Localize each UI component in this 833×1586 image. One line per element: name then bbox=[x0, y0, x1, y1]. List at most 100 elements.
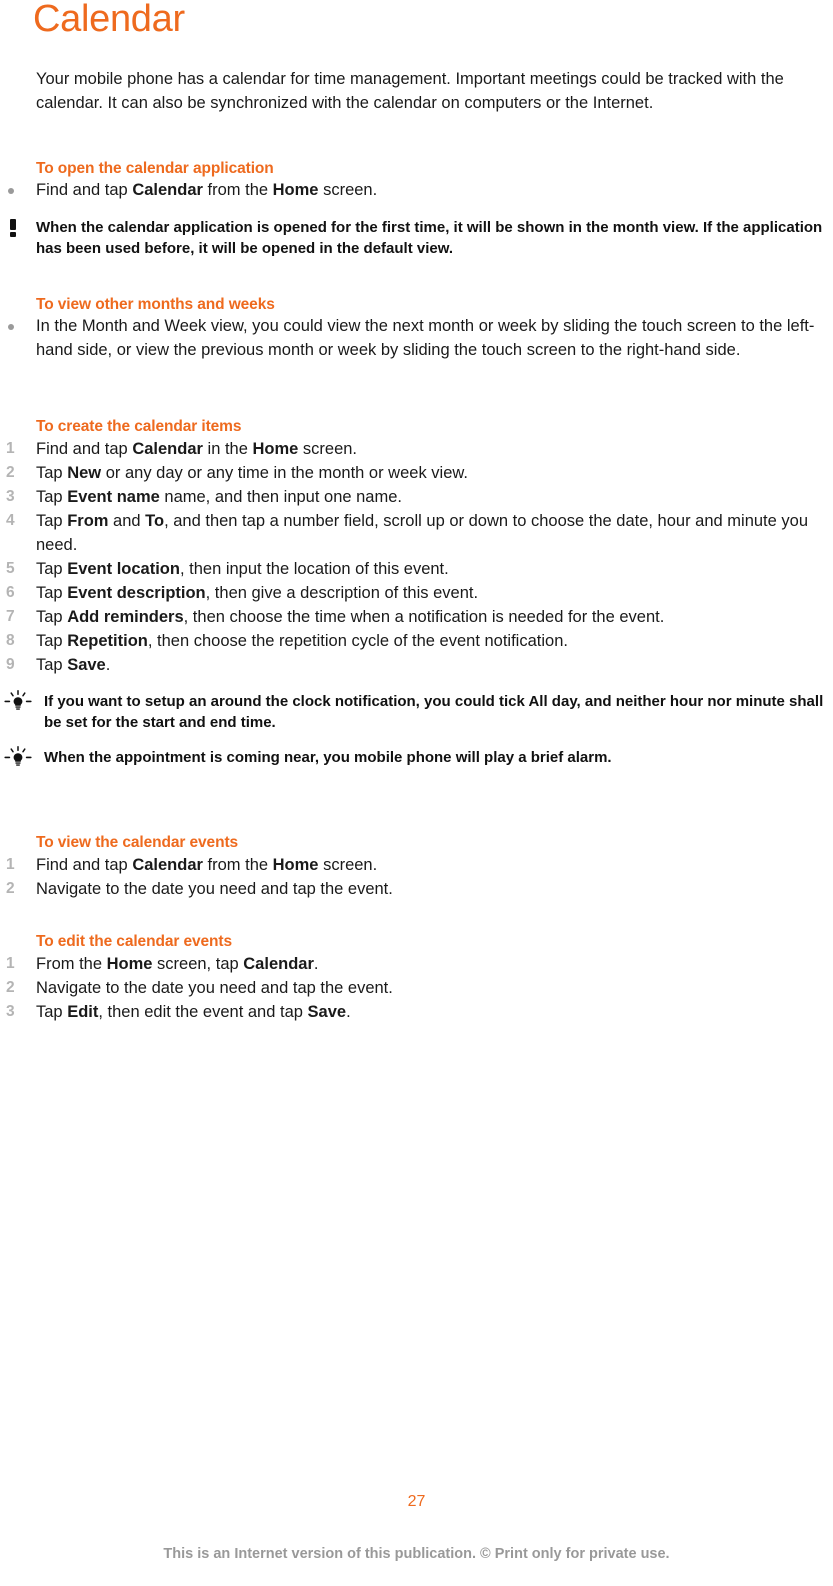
emphasis-term: New bbox=[67, 464, 102, 482]
text-run: Tap bbox=[36, 1003, 68, 1021]
text-run: screen, tap bbox=[152, 955, 244, 973]
list-item: 1 Find and tap Calendar from the Home scr… bbox=[6, 853, 833, 877]
section-edit-the-calendar-events: To edit the calendar events 1 From the Hom… bbox=[0, 931, 833, 1024]
emphasis-term: Calendar bbox=[243, 955, 314, 973]
text-run: Tap bbox=[36, 656, 68, 674]
text-run: In the Month and Week view, you could vi… bbox=[36, 317, 815, 359]
emphasis-term: Save bbox=[307, 1003, 347, 1021]
emphasis-term: From bbox=[67, 512, 109, 530]
numbered-list: 1 Find and tap Calendar from the Home scr… bbox=[0, 853, 833, 901]
text-run: , then choose the time when a notificati… bbox=[183, 608, 665, 626]
list-item: In the Month and Week view, you could vi… bbox=[8, 315, 833, 362]
list-item-number: 6 bbox=[6, 584, 15, 601]
emphasis-term: Home bbox=[272, 856, 319, 874]
tip-callout: When the appointment is coming near, you… bbox=[4, 746, 833, 768]
text-run: screen. bbox=[318, 181, 378, 199]
page-number: 27 bbox=[407, 1493, 426, 1510]
list-item: 2 Tap New or any day or any time in the m… bbox=[6, 461, 833, 485]
document-page: Calendar Your mobile phone has a calenda… bbox=[0, 0, 833, 1586]
bullet-dot-icon bbox=[8, 324, 14, 330]
list-item: 3 Tap Event name name, and then input one… bbox=[6, 485, 833, 509]
intro-paragraph: Your mobile phone has a calendar for tim… bbox=[36, 70, 784, 112]
emphasis-term: Repetition bbox=[67, 632, 148, 650]
text-run: Find and tap bbox=[36, 440, 133, 458]
text-run: Tap bbox=[36, 608, 68, 626]
section-heading: To view other months and weeks bbox=[36, 296, 275, 313]
page-title: Calendar bbox=[33, 0, 185, 40]
text-run: screen. bbox=[298, 440, 358, 458]
lightbulb-icon bbox=[2, 690, 34, 712]
text-run: Tap bbox=[36, 584, 68, 602]
list-item-number: 3 bbox=[6, 488, 15, 505]
text-run: Tap bbox=[36, 632, 68, 650]
text-run: Tap bbox=[36, 512, 68, 530]
exclamation-icon bbox=[6, 217, 20, 238]
list-item-number: 9 bbox=[6, 656, 15, 673]
text-run: , then input the location of this event. bbox=[179, 560, 449, 578]
list-item: Find and tap Calendar from the Home scre… bbox=[8, 179, 833, 203]
list-item: 3 Tap Edit, then edit the event and tap S… bbox=[6, 1000, 833, 1024]
list-item-number: 4 bbox=[6, 512, 15, 529]
list-item-number: 2 bbox=[6, 880, 15, 897]
section-heading: To create the calendar items bbox=[36, 418, 242, 435]
list-item-number: 2 bbox=[6, 979, 15, 996]
list-item-number: 7 bbox=[6, 608, 15, 625]
section-view-the-calendar-events: To view the calendar events 1 Find and tap… bbox=[0, 832, 833, 901]
emphasis-term: Event description bbox=[67, 584, 206, 602]
text-run: Navigate to the date you need and tap th… bbox=[36, 979, 393, 997]
tip-callout: If you want to setup an around the clock… bbox=[4, 690, 833, 733]
numbered-list: 1 Find and tap Calendar in the Home scree… bbox=[0, 437, 833, 677]
text-run: and bbox=[108, 512, 146, 530]
list-item-number: 3 bbox=[6, 1003, 15, 1020]
emphasis-term: To bbox=[145, 512, 165, 530]
emphasis-term: Save bbox=[67, 656, 106, 674]
list-item: 7 Tap Add reminders, then choose the time… bbox=[6, 605, 833, 629]
list-item: 2 Navigate to the date you need and tap t… bbox=[6, 877, 833, 901]
text-run: screen. bbox=[318, 856, 378, 874]
text-run: Tap bbox=[36, 560, 68, 578]
emphasis-term: Home bbox=[272, 181, 319, 199]
text-run: from the bbox=[202, 856, 273, 874]
list-item: 8 Tap Repetition, then choose the repetit… bbox=[6, 629, 833, 653]
emphasis-term: Home bbox=[106, 955, 153, 973]
list-item-number: 1 bbox=[6, 440, 15, 457]
text-run: From the bbox=[36, 955, 107, 973]
text-run: , then give a description of this event. bbox=[205, 584, 479, 602]
list-item: 4 Tap From and To, and then tap a number … bbox=[6, 509, 833, 557]
list-item-number: 5 bbox=[6, 560, 15, 577]
emphasis-term: Calendar bbox=[132, 181, 203, 199]
text-run: Navigate to the date you need and tap th… bbox=[36, 880, 393, 898]
text-run: Tap bbox=[36, 464, 68, 482]
emphasis-term: Calendar bbox=[132, 440, 203, 458]
list-item-number: 1 bbox=[6, 856, 15, 873]
list-item: 6 Tap Event description, then give a desc… bbox=[6, 581, 833, 605]
section-view-other-months-and-weeks: To view other months and weeks In the Mon… bbox=[0, 294, 833, 362]
list-item: 2 Navigate to the date you need and tap t… bbox=[6, 976, 833, 1000]
text-run: Find and tap bbox=[36, 181, 133, 199]
emphasis-term: Event location bbox=[67, 560, 180, 578]
section-heading: To open the calendar application bbox=[36, 160, 274, 177]
text-run: . bbox=[105, 656, 111, 674]
section-create-the-calendar-items: To create the calendar items 1 Find and ta… bbox=[0, 416, 833, 768]
bulleted-list: Find and tap Calendar from the Home scre… bbox=[0, 179, 833, 203]
numbered-list: 1 From the Home screen, tap Calendar. 2 Nav… bbox=[0, 952, 833, 1024]
section-heading: To view the calendar events bbox=[36, 834, 239, 851]
text-run: in the bbox=[202, 440, 253, 458]
text-run: . bbox=[313, 955, 319, 973]
copyright-notice: This is an Internet version of this publ… bbox=[163, 1546, 670, 1562]
text-run: , then choose the repetition cycle of th… bbox=[147, 632, 568, 650]
list-item: 1 Find and tap Calendar in the Home scree… bbox=[6, 437, 833, 461]
callout-text: When the appointment is coming near, you… bbox=[44, 749, 612, 766]
emphasis-term: Home bbox=[252, 440, 299, 458]
emphasis-term: Calendar bbox=[132, 856, 203, 874]
text-run: from the bbox=[202, 181, 273, 199]
emphasis-term: Add reminders bbox=[67, 608, 184, 626]
emphasis-term: Edit bbox=[67, 1003, 99, 1021]
list-item-number: 8 bbox=[6, 632, 15, 649]
lightbulb-icon bbox=[2, 746, 34, 768]
callout-text: When the calendar application is opened … bbox=[36, 218, 823, 257]
list-item-number: 1 bbox=[6, 955, 15, 972]
list-item-number: 2 bbox=[6, 464, 15, 481]
bullet-dot-icon bbox=[8, 188, 14, 194]
text-run: . bbox=[346, 1003, 351, 1021]
